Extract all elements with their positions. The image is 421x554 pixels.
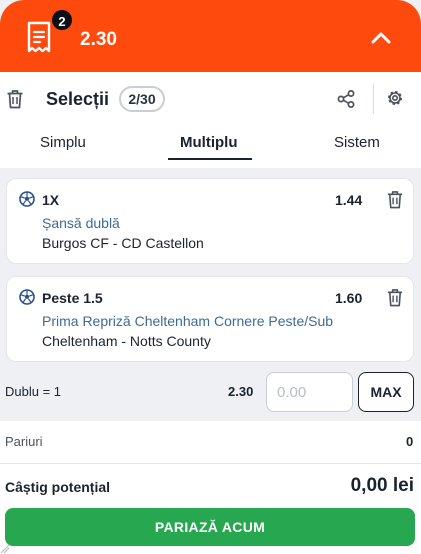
potential-win-value: 0,00 lei [350, 475, 414, 496]
selection-market: Prima Repriză Cheltenham Cornere Peste/S… [42, 313, 334, 329]
soccer-ball-icon [19, 191, 35, 207]
selection-odds: 1.60 [335, 290, 363, 306]
max-stake-button[interactable]: MAX [358, 372, 414, 412]
combination-odds: 2.30 [228, 384, 254, 399]
selection-match[interactable]: Cheltenham - Notts County [42, 333, 211, 349]
tab-multiplu[interactable]: Multiplu [180, 134, 237, 151]
place-bet-button[interactable]: PARIAZĂ ACUM [5, 508, 415, 546]
betslip-icon [27, 21, 51, 53]
trash-icon[interactable] [6, 89, 24, 109]
selection-pick: 1X [42, 192, 60, 208]
selection-match[interactable]: Burgos CF - CD Castellon [42, 235, 204, 251]
selections-title: Selecții [46, 89, 110, 109]
toolbar-divider [373, 84, 374, 114]
chevron-up-icon[interactable] [370, 30, 392, 46]
trash-icon[interactable] [386, 288, 404, 307]
selection-card: Peste 1.5 1.60 Prima Repriză Cheltenham … [6, 276, 414, 362]
selection-card: 1X 1.44 Șansă dublă Burgos CF - CD Caste… [6, 178, 414, 264]
selection-market: Șansă dublă [42, 215, 120, 231]
bets-label: Pariuri [5, 434, 43, 449]
potential-win-label: Câștig potențial [5, 479, 111, 495]
active-tab-indicator [168, 158, 252, 160]
summary-divider [0, 463, 421, 464]
total-odds: 2.30 [80, 29, 117, 50]
tab-simplu[interactable]: Simplu [40, 134, 86, 151]
selections-count-pill: 2/30 [119, 86, 165, 112]
betslip: 2 2.30 Selecții 2/30 Simplu Multiplu Sis… [0, 0, 421, 554]
trash-icon[interactable] [386, 190, 404, 209]
soccer-ball-icon [19, 289, 35, 305]
combination-label: Dublu = 1 [5, 384, 62, 399]
gear-icon[interactable] [385, 88, 405, 108]
selection-pick: Peste 1.5 [42, 290, 103, 306]
betslip-header[interactable]: 2 2.30 [0, 0, 421, 72]
bet-summary: Pariuri 0 Câștig potențial 0,00 lei PARI… [0, 421, 421, 554]
selection-odds: 1.44 [335, 192, 363, 208]
tab-sistem[interactable]: Sistem [334, 134, 380, 151]
selection-count-badge: 2 [50, 8, 74, 32]
selections-panel: Selecții 2/30 Simplu Multiplu Sistem [0, 72, 421, 168]
bets-value: 0 [406, 434, 414, 449]
share-icon[interactable] [336, 89, 356, 109]
scroll-corner-icon [0, 544, 10, 554]
stake-input[interactable] [266, 372, 353, 412]
